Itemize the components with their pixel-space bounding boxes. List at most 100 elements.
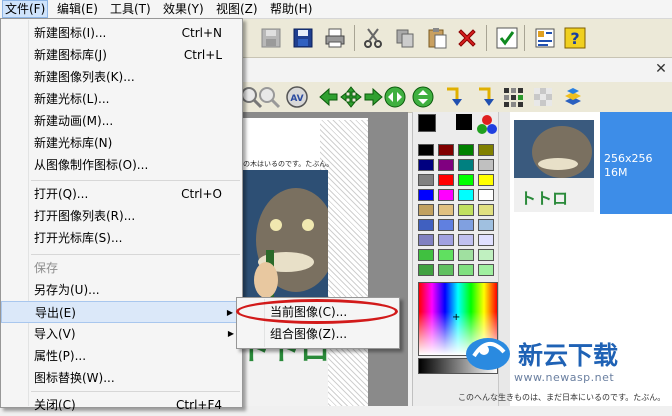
- flip-horizontal-icon[interactable]: [382, 84, 408, 110]
- rotate-down-left-icon[interactable]: [442, 84, 468, 110]
- submenu-arrow-icon: ▶: [227, 329, 234, 338]
- save-icon[interactable]: [290, 25, 316, 51]
- menu-item-icon-from-image[interactable]: 从图像制作图标(O)...: [1, 154, 242, 176]
- menu-effects[interactable]: 效果(Y): [161, 1, 206, 17]
- flip-vertical-icon[interactable]: [410, 84, 436, 110]
- menu-item-new-image-list[interactable]: 新建图像列表(K)...: [1, 66, 242, 88]
- menu-item-new-icon-library[interactable]: 新建图标库(J) Ctrl+L: [1, 44, 242, 66]
- palette-swatch[interactable]: [478, 174, 494, 186]
- palette-swatch[interactable]: [438, 204, 454, 216]
- zoom-out-icon[interactable]: [256, 84, 282, 110]
- menu-file[interactable]: 文件(F): [2, 0, 49, 18]
- menu-item-new-animation[interactable]: 新建动画(M)...: [1, 110, 242, 132]
- menu-tools[interactable]: 工具(T): [108, 1, 153, 17]
- palette-swatch[interactable]: [438, 219, 454, 231]
- secondary-color-swatch[interactable]: [456, 114, 472, 130]
- palette-swatch[interactable]: [478, 219, 494, 231]
- copy-icon[interactable]: [392, 25, 418, 51]
- palette-swatch[interactable]: [438, 234, 454, 246]
- menu-item-import[interactable]: 导入(V) ▶: [1, 323, 242, 345]
- palette-swatch[interactable]: [458, 204, 474, 216]
- submenu-arrow-icon: ▶: [226, 308, 233, 317]
- submenu-item-combined-image[interactable]: 组合图像(Z)...: [237, 323, 399, 345]
- color-picker-icon[interactable]: [476, 114, 498, 136]
- palette-swatch[interactable]: [418, 234, 434, 246]
- grid-icon[interactable]: [500, 84, 526, 110]
- menu-view[interactable]: 视图(Z): [214, 1, 260, 17]
- palette-swatch[interactable]: [418, 219, 434, 231]
- menu-item-new-cursor[interactable]: 新建光标(L)...: [1, 88, 242, 110]
- menu-item-properties[interactable]: 属性(P)...: [1, 345, 242, 367]
- close-icon[interactable]: ✕: [652, 60, 670, 78]
- actual-view-icon[interactable]: AV: [284, 84, 310, 110]
- palette-swatch[interactable]: [478, 144, 494, 156]
- palette-swatch[interactable]: [478, 204, 494, 216]
- checkmark-icon[interactable]: [494, 25, 520, 51]
- palette-swatch[interactable]: [438, 189, 454, 201]
- cut-icon[interactable]: [360, 25, 386, 51]
- palette-swatch[interactable]: [418, 174, 434, 186]
- menu-item-open-cursor-library[interactable]: 打开光标库(S)...: [1, 227, 242, 249]
- svg-text:AV: AV: [290, 94, 303, 104]
- menu-edit[interactable]: 编辑(E): [55, 1, 100, 17]
- menubar: 文件(F) 编辑(E) 工具(T) 效果(Y) 视图(Z) 帮助(H): [0, 0, 672, 19]
- watermark-url: www.newasp.net: [514, 371, 615, 384]
- palette-swatch[interactable]: [418, 249, 434, 261]
- file-menu: 新建图标(I)... Ctrl+N 新建图标库(J) Ctrl+L 新建图像列表(K…: [0, 18, 243, 412]
- highlight-annotation-ring: [236, 299, 398, 324]
- palette-swatch[interactable]: [418, 189, 434, 201]
- palette-swatch[interactable]: [438, 159, 454, 171]
- palette-swatch[interactable]: [438, 174, 454, 186]
- palette-swatch[interactable]: [438, 249, 454, 261]
- thumbnail-image[interactable]: トトロ: [514, 120, 594, 212]
- palette-swatch[interactable]: [478, 264, 494, 276]
- menu-item-save-as[interactable]: 另存为(U)...: [1, 279, 242, 301]
- rotate-down-right-icon[interactable]: [474, 84, 500, 110]
- menu-help[interactable]: 帮助(H): [268, 1, 314, 17]
- palette-swatch[interactable]: [438, 264, 454, 276]
- menu-item-close[interactable]: 关闭(C) Ctrl+F4: [1, 394, 242, 416]
- menu-item-icon-replace[interactable]: 图标替换(W)...: [1, 367, 242, 389]
- save-disabled-icon[interactable]: [258, 25, 284, 51]
- palette-swatch[interactable]: [418, 264, 434, 276]
- layers-icon[interactable]: [560, 84, 586, 110]
- grid-disabled-icon[interactable]: [530, 84, 556, 110]
- palette-swatch[interactable]: [418, 144, 434, 156]
- menu-item-new-cursor-library[interactable]: 新建光标库(N): [1, 132, 242, 154]
- svg-text:トトロ: トトロ: [520, 189, 568, 208]
- watermark-logo: [460, 330, 516, 374]
- menu-item-new-icon[interactable]: 新建图标(I)... Ctrl+N: [1, 22, 242, 44]
- menu-item-save: 保存: [34, 261, 59, 275]
- palette-swatch[interactable]: [458, 189, 474, 201]
- properties-icon[interactable]: [532, 25, 558, 51]
- help-icon[interactable]: ?: [562, 25, 588, 51]
- primary-color-swatch[interactable]: [418, 114, 436, 132]
- paste-icon[interactable]: [424, 25, 450, 51]
- menu-item-open-image-list[interactable]: 打开图像列表(R)...: [1, 205, 242, 227]
- palette-swatch[interactable]: [458, 219, 474, 231]
- canvas-footer-text: このへんな生きものは、まだ日本にいるのです。たぶん。: [458, 393, 666, 402]
- palette-swatch[interactable]: [478, 189, 494, 201]
- palette-swatch[interactable]: [418, 159, 434, 171]
- menu-item-open[interactable]: 打开(Q)... Ctrl+O: [1, 183, 242, 205]
- palette-swatch[interactable]: [478, 249, 494, 261]
- crosshair-icon: +: [452, 312, 461, 323]
- palette-swatch[interactable]: [458, 249, 474, 261]
- palette-swatch[interactable]: [438, 144, 454, 156]
- palette-swatch[interactable]: [458, 159, 474, 171]
- palette-swatch[interactable]: [418, 204, 434, 216]
- palette-swatch[interactable]: [458, 174, 474, 186]
- format-size-label: 256x256: [604, 152, 653, 165]
- canvas-caption: この木はいるのです。たぶん。: [236, 160, 332, 168]
- print-icon[interactable]: [322, 25, 348, 51]
- watermark-title: 新云下载: [518, 341, 619, 370]
- palette-swatch[interactable]: [478, 234, 494, 246]
- format-color-depth-label: 16M: [604, 166, 628, 179]
- palette-swatch[interactable]: [478, 159, 494, 171]
- palette-swatch[interactable]: [458, 144, 474, 156]
- delete-icon[interactable]: [454, 25, 480, 51]
- canvas-image[interactable]: トトロ: [236, 170, 328, 406]
- palette-swatch[interactable]: [458, 234, 474, 246]
- menu-item-export[interactable]: 导出(E) ▶: [1, 301, 242, 323]
- palette-swatch[interactable]: [458, 264, 474, 276]
